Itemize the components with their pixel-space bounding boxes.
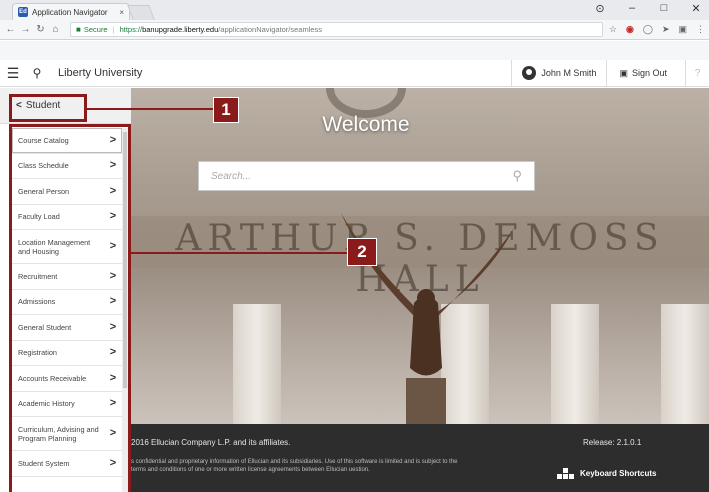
column <box>661 304 709 424</box>
new-tab-button[interactable] <box>127 5 155 20</box>
footer: 2016 Ellucian Company L.P. and its affil… <box>131 424 709 492</box>
callout-2-line <box>131 252 347 254</box>
user-name: John M Smith <box>541 68 597 78</box>
hero-background-image: ARTHUR S. DEMOSS HALL <box>131 88 709 424</box>
release-version: Release: 2.1.0.1 <box>583 438 642 447</box>
arrow-extension-icon[interactable]: ➤ <box>662 24 670 35</box>
reload-icon[interactable]: ↻ <box>34 24 47 35</box>
close-window-icon[interactable]: ✕ <box>689 2 703 15</box>
help-button[interactable]: ? <box>685 59 709 87</box>
copyright-text: 2016 Ellucian Company L.P. and its affil… <box>131 438 291 447</box>
browser-tab-bar: Ed Application Navigator × ⊙ – □ ✕ <box>0 0 709 20</box>
callout-1-number: 1 <box>213 97 239 123</box>
search-input[interactable] <box>211 170 513 182</box>
profile-icon[interactable]: ⊙ <box>593 2 607 15</box>
column <box>233 304 281 424</box>
hamburger-menu-icon[interactable]: ☰ <box>0 65 26 82</box>
search-icon[interactable]: ⚲ <box>512 168 522 184</box>
secure-label: Secure <box>83 25 108 34</box>
forward-arrow-icon[interactable]: → <box>19 24 32 35</box>
legal-notice: s confidential and proprietary informati… <box>131 459 458 473</box>
sign-out-button[interactable]: ▣ Sign Out <box>606 59 685 87</box>
browser-tab[interactable]: Ed Application Navigator × <box>12 3 130 20</box>
url-separator: | <box>112 25 115 34</box>
search-box: ⚲ <box>198 161 535 191</box>
user-avatar-icon <box>522 66 537 80</box>
user-menu[interactable]: John M Smith <box>511 59 606 87</box>
keyboard-shortcuts-link[interactable]: Keyboard Shortcuts <box>557 468 656 479</box>
extension-icons: ☆ ◉ ◯ ➤ ▣ ⋮ <box>609 24 705 35</box>
welcome-heading: Welcome <box>322 113 410 136</box>
app-header: ☰ ⚲ Liberty University John M Smith ▣ Si… <box>0 41 709 87</box>
sign-out-label: Sign Out <box>631 68 667 78</box>
back-arrow-icon[interactable]: ← <box>4 24 17 35</box>
search-icon[interactable]: ⚲ <box>26 66 48 80</box>
kebab-menu-icon[interactable]: ⋮ <box>696 24 705 35</box>
url-field[interactable]: ■ Secure | https://banupgrade.liberty.ed… <box>70 22 603 37</box>
keyboard-shortcuts-label: Keyboard Shortcuts <box>580 469 657 478</box>
circle-extension-icon[interactable]: ◯ <box>643 24 653 35</box>
callout-2-box <box>9 124 131 492</box>
url-host: banupgrade.liberty.edu <box>142 25 219 34</box>
callout-1-box <box>9 94 87 122</box>
tab-title: Application Navigator <box>32 7 108 17</box>
minimize-icon[interactable]: – <box>625 2 639 15</box>
callout-1-line <box>87 108 213 110</box>
lock-icon: ■ <box>76 25 81 34</box>
favicon-icon: Ed <box>18 7 28 17</box>
column <box>551 304 599 424</box>
url-protocol: https:// <box>119 25 143 34</box>
institution-name: Liberty University <box>58 67 143 79</box>
padlock-icon: ▣ <box>619 67 628 78</box>
callout-2-number: 2 <box>347 238 377 266</box>
close-tab-icon[interactable]: × <box>119 8 124 17</box>
home-icon[interactable]: ⌂ <box>49 24 62 35</box>
shield-icon[interactable]: ◉ <box>626 24 634 35</box>
window-controls: ⊙ – □ ✕ <box>593 2 703 15</box>
maximize-icon[interactable]: □ <box>657 2 671 15</box>
keyboard-icon <box>557 468 574 479</box>
star-icon[interactable]: ☆ <box>609 24 617 35</box>
url-path: /applicationNavigator/seamless <box>218 25 323 34</box>
square-extension-icon[interactable]: ▣ <box>678 24 687 35</box>
address-bar: ← → ↻ ⌂ ■ Secure | https://banupgrade.li… <box>0 20 709 40</box>
